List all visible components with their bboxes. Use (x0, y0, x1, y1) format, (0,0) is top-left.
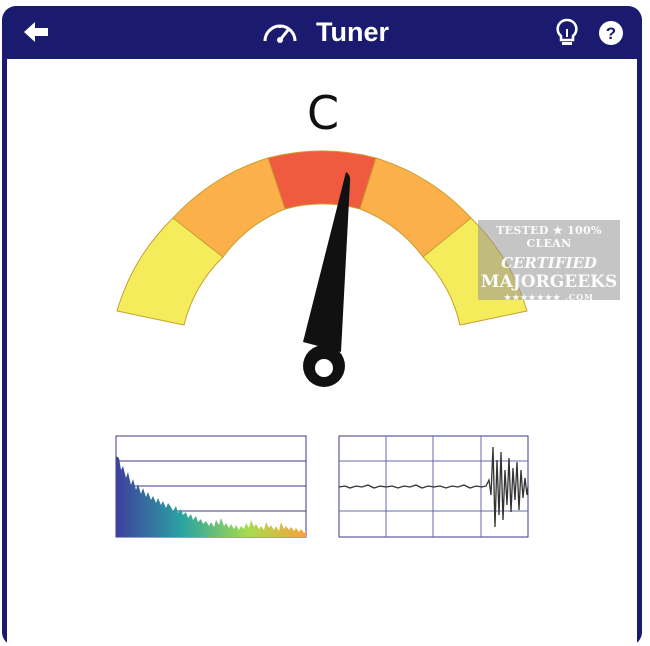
spectrum-panel (115, 435, 307, 538)
tuner-display (115, 150, 529, 538)
gauge-segment-in-tune (267, 150, 377, 210)
watermark-line-1: TESTED ★ 100% CLEAN (496, 224, 602, 250)
needle-pivot-hole (315, 359, 333, 377)
waveform-panel (338, 435, 529, 538)
watermark-line-2: CERTIFIED (501, 254, 597, 272)
watermark-line-4: ★★★★★★★ .COM (504, 292, 594, 302)
watermark: TESTED ★ 100% CLEAN CERTIFIED MAJORGEEKS… (478, 220, 620, 302)
watermark-line-3: MAJORGEEKS (480, 272, 618, 292)
